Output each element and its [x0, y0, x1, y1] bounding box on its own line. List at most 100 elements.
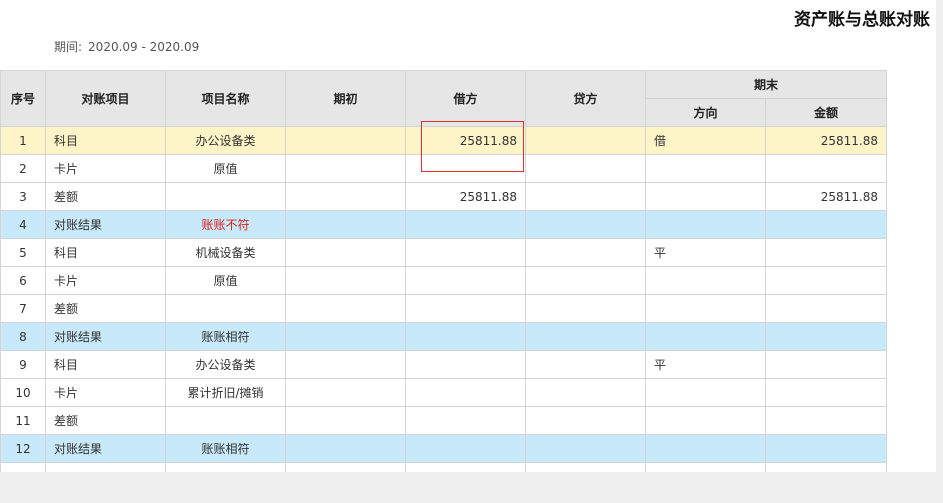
cell-credit[interactable]: [525, 434, 646, 463]
table-row[interactable]: 8 对账结果 账账相符: [0, 322, 888, 351]
cell-opening[interactable]: [285, 266, 406, 295]
table-row[interactable]: 9 科目 办公设备类 平: [0, 350, 888, 379]
table-row[interactable]: 7 差额: [0, 294, 888, 323]
cell-name[interactable]: 办公设备类: [165, 350, 286, 379]
cell-opening[interactable]: [285, 294, 406, 323]
cell-amount[interactable]: [764, 154, 888, 183]
table-row[interactable]: 3 差额 25811.88 25811.88: [0, 182, 888, 211]
cell-credit[interactable]: [525, 322, 646, 351]
cell-name[interactable]: 原值: [165, 154, 286, 183]
cell-credit[interactable]: [525, 378, 646, 407]
table-row[interactable]: 6 卡片 原值: [0, 266, 888, 295]
col-header-item[interactable]: 对账项目: [45, 70, 166, 127]
cell-amount[interactable]: [764, 322, 888, 351]
cell-debit[interactable]: 25811.88: [405, 182, 526, 211]
cell-debit[interactable]: [405, 238, 526, 267]
cell-debit[interactable]: [405, 322, 526, 351]
cell-direction[interactable]: [645, 406, 766, 435]
cell-opening[interactable]: [285, 350, 406, 379]
cell-direction[interactable]: [645, 154, 766, 183]
cell-direction[interactable]: 平: [645, 238, 766, 267]
cell-debit[interactable]: [405, 406, 526, 435]
table-row[interactable]: 5 科目 机械设备类 平: [0, 238, 888, 267]
table-row[interactable]: 1 科目 办公设备类 25811.88 借 25811.88: [0, 126, 888, 155]
cell-amount[interactable]: [764, 406, 888, 435]
cell-item: 卡片: [45, 266, 166, 295]
cell-debit[interactable]: [405, 378, 526, 407]
cell-opening[interactable]: [285, 434, 406, 463]
cell-name[interactable]: [165, 182, 286, 211]
cell-direction[interactable]: [645, 182, 766, 211]
col-header-credit[interactable]: 贷方: [525, 70, 646, 127]
cell-opening[interactable]: [285, 238, 406, 267]
cell-direction[interactable]: 借: [645, 126, 766, 155]
table-row[interactable]: 10 卡片 累计折旧/摊销: [0, 378, 888, 407]
col-header-name[interactable]: 项目名称: [165, 70, 286, 127]
cell-direction[interactable]: [645, 294, 766, 323]
cell-name[interactable]: [165, 462, 286, 472]
cell-debit[interactable]: [405, 154, 526, 183]
cell-opening[interactable]: [285, 126, 406, 155]
cell-credit[interactable]: [525, 406, 646, 435]
cell-debit[interactable]: [405, 210, 526, 239]
cell-credit[interactable]: [525, 350, 646, 379]
cell-amount[interactable]: 25811.88: [764, 182, 888, 211]
cell-credit[interactable]: [525, 182, 646, 211]
cell-name[interactable]: 累计折旧/摊销: [165, 378, 286, 407]
table-row[interactable]: 13: [0, 462, 888, 472]
cell-direction[interactable]: 平: [645, 350, 766, 379]
cell-amount[interactable]: [764, 294, 888, 323]
table-row[interactable]: 11 差额: [0, 406, 888, 435]
cell-name[interactable]: 办公设备类: [165, 126, 286, 155]
cell-amount[interactable]: [764, 238, 888, 267]
cell-opening[interactable]: [285, 154, 406, 183]
cell-amount[interactable]: [764, 210, 888, 239]
cell-credit[interactable]: [525, 210, 646, 239]
cell-debit[interactable]: [405, 434, 526, 463]
cell-opening[interactable]: [285, 462, 406, 472]
cell-amount[interactable]: [764, 434, 888, 463]
cell-name[interactable]: 账账相符: [165, 322, 286, 351]
cell-debit[interactable]: [405, 462, 526, 472]
table-row[interactable]: 12 对账结果 账账相符: [0, 434, 888, 463]
cell-amount[interactable]: [764, 378, 888, 407]
cell-credit[interactable]: [525, 294, 646, 323]
col-header-amount[interactable]: 金额: [764, 98, 888, 127]
table-row[interactable]: 4 对账结果 账账不符: [0, 210, 888, 239]
cell-opening[interactable]: [285, 378, 406, 407]
cell-debit[interactable]: [405, 350, 526, 379]
cell-credit[interactable]: [525, 154, 646, 183]
cell-direction[interactable]: [645, 434, 766, 463]
cell-credit[interactable]: [525, 462, 646, 472]
cell-name[interactable]: 账账不符: [165, 210, 286, 239]
cell-direction[interactable]: [645, 266, 766, 295]
col-header-debit[interactable]: 借方: [405, 70, 526, 127]
cell-debit[interactable]: [405, 294, 526, 323]
cell-direction[interactable]: [645, 322, 766, 351]
cell-name[interactable]: 原值: [165, 266, 286, 295]
cell-name[interactable]: [165, 406, 286, 435]
cell-credit[interactable]: [525, 238, 646, 267]
cell-debit[interactable]: 25811.88: [405, 126, 526, 155]
cell-name[interactable]: 机械设备类: [165, 238, 286, 267]
cell-direction[interactable]: [645, 462, 766, 472]
col-header-seq[interactable]: 序号: [0, 70, 46, 127]
cell-name[interactable]: 账账相符: [165, 434, 286, 463]
table-row[interactable]: 2 卡片 原值: [0, 154, 888, 183]
cell-amount[interactable]: 25811.88: [764, 126, 888, 155]
cell-direction[interactable]: [645, 210, 766, 239]
cell-credit[interactable]: [525, 126, 646, 155]
cell-opening[interactable]: [285, 322, 406, 351]
cell-amount[interactable]: [764, 462, 888, 472]
cell-opening[interactable]: [285, 406, 406, 435]
cell-direction[interactable]: [645, 378, 766, 407]
cell-amount[interactable]: [764, 350, 888, 379]
col-header-direction[interactable]: 方向: [645, 98, 766, 127]
cell-name[interactable]: [165, 294, 286, 323]
cell-opening[interactable]: [285, 210, 406, 239]
cell-amount[interactable]: [764, 266, 888, 295]
cell-debit[interactable]: [405, 266, 526, 295]
cell-credit[interactable]: [525, 266, 646, 295]
col-header-opening[interactable]: 期初: [285, 70, 406, 127]
cell-opening[interactable]: [285, 182, 406, 211]
